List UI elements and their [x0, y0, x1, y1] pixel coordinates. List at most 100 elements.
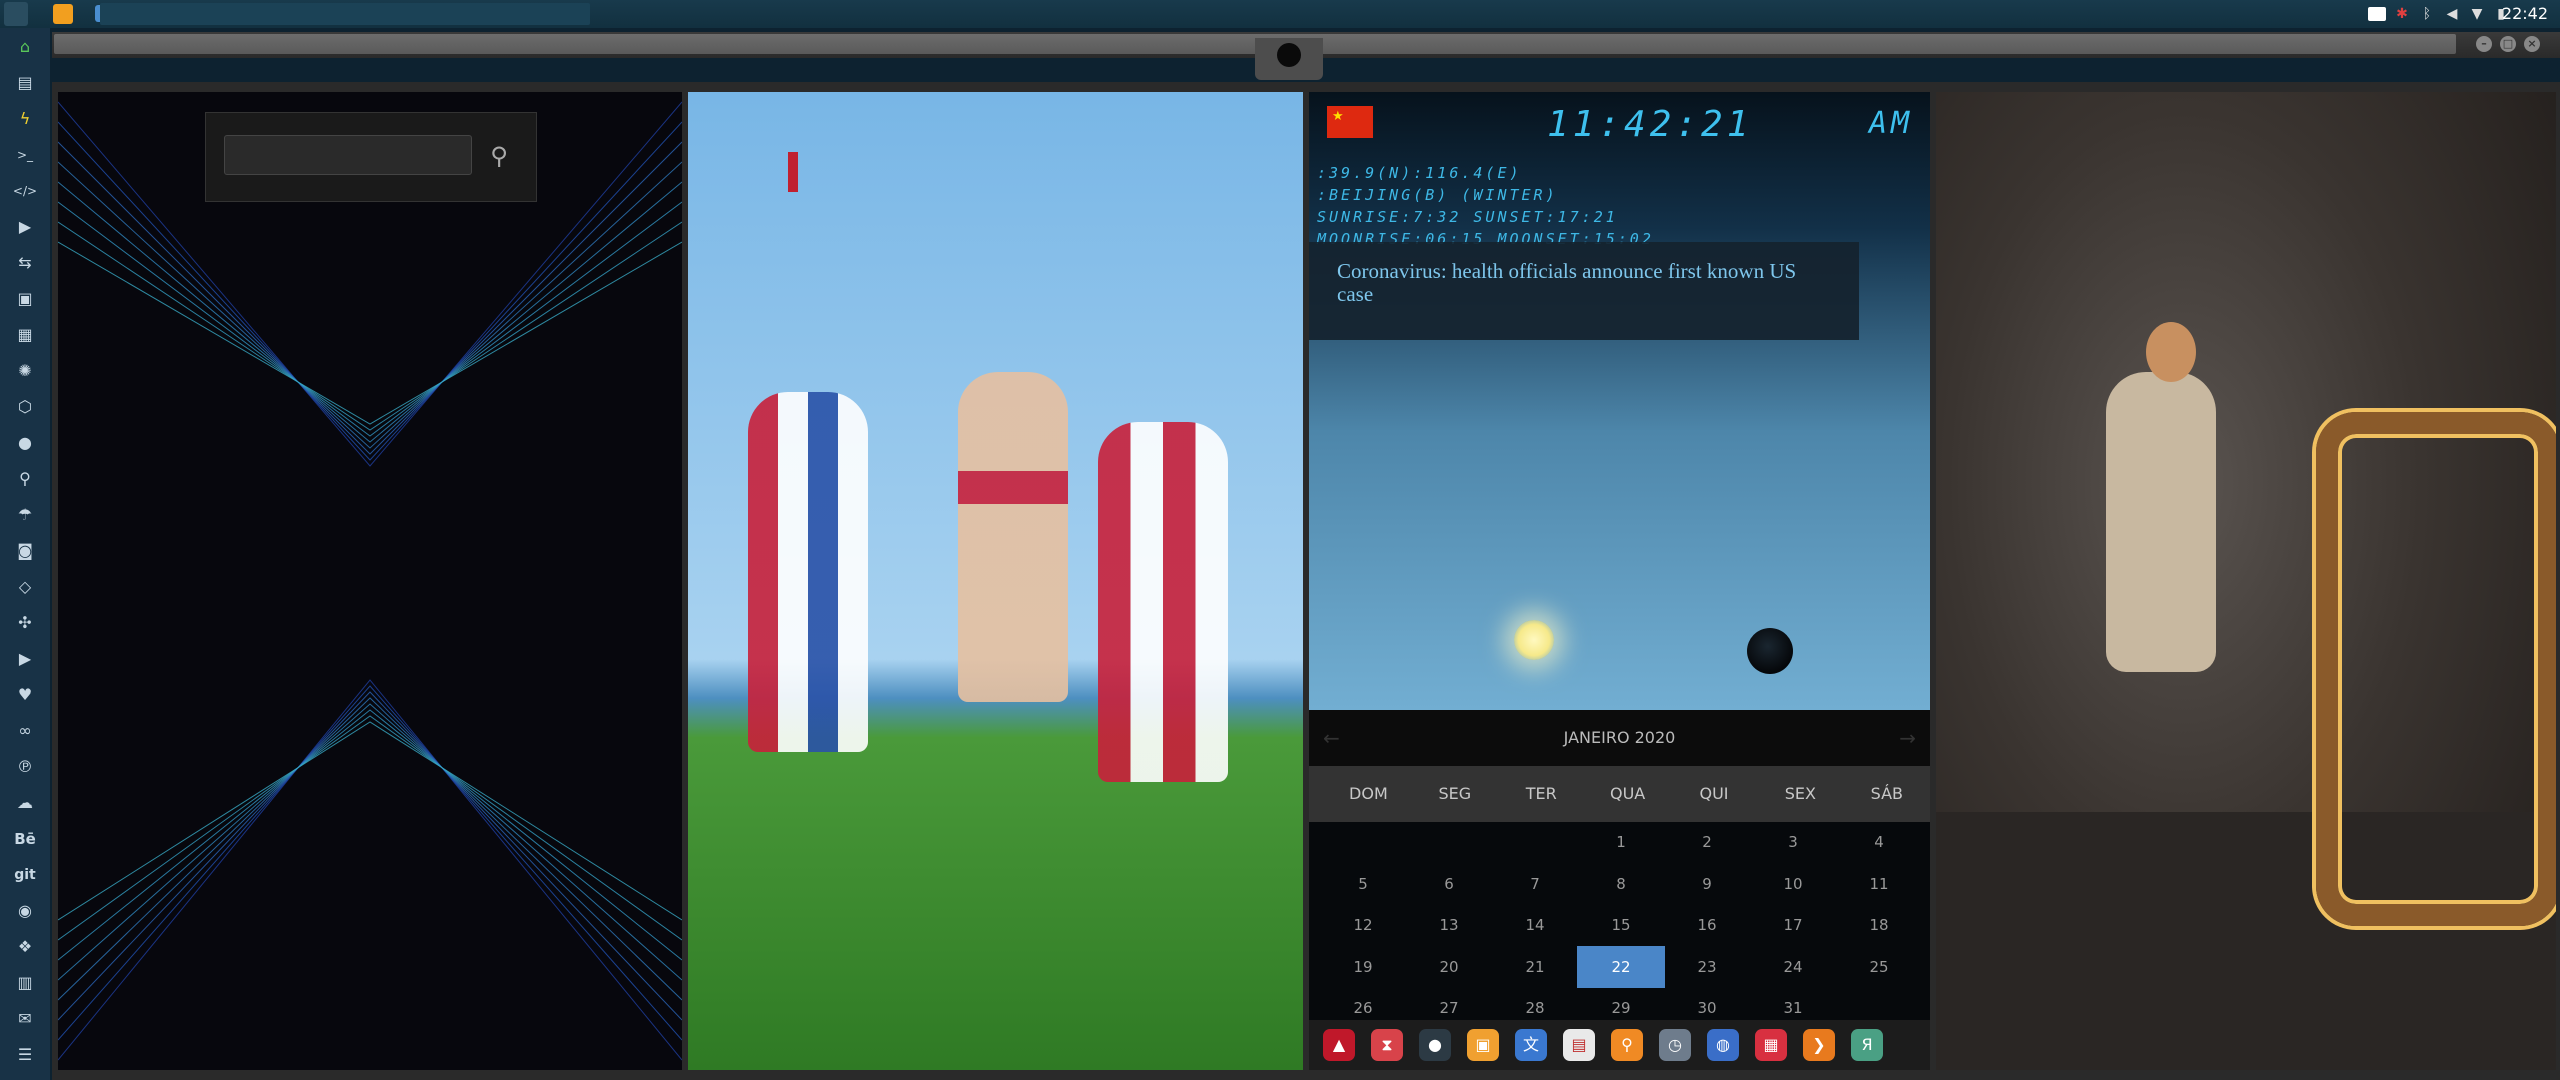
- calendar-header: ← JANEIRO 2020 →: [1309, 710, 1930, 766]
- clock[interactable]: 22:42: [2502, 4, 2548, 23]
- news-headline[interactable]: Coronavirus: health officials announce f…: [1337, 260, 1837, 306]
- calendar-day[interactable]: 18: [1835, 904, 1923, 946]
- calendar-day[interactable]: 21: [1491, 946, 1579, 988]
- dropbox-icon[interactable]: ❖: [12, 934, 38, 960]
- news-icon[interactable]: ▦: [12, 322, 38, 348]
- calendar-day[interactable]: 5: [1319, 863, 1407, 905]
- weekday-label: QUA: [1609, 784, 1646, 803]
- git-icon[interactable]: git: [12, 862, 38, 888]
- weather-time: 11:42:21: [1547, 104, 1753, 145]
- calendar-day[interactable]: 15: [1577, 904, 1665, 946]
- home-icon[interactable]: ⌂: [12, 34, 38, 60]
- menu-button[interactable]: [4, 2, 28, 26]
- calendar-day[interactable]: 24: [1749, 946, 1837, 988]
- calendar-day-selected[interactable]: 22: [1577, 945, 1665, 988]
- expand-icon[interactable]: ✣: [12, 610, 38, 636]
- youtube-icon[interactable]: ▶: [12, 646, 38, 672]
- list-icon[interactable]: ☰: [12, 1042, 38, 1068]
- calendar-day[interactable]: 11: [1835, 863, 1923, 905]
- clock-app-icon[interactable]: ◷: [1659, 1029, 1691, 1061]
- weather-ampm: AM: [1869, 106, 1914, 141]
- calendar-day[interactable]: 16: [1663, 904, 1751, 946]
- calendar-day[interactable]: 13: [1405, 904, 1493, 946]
- arrow-app-icon[interactable]: ❯: [1803, 1029, 1835, 1061]
- calendar-day[interactable]: 14: [1491, 904, 1579, 946]
- calendar-day[interactable]: 4: [1835, 821, 1923, 863]
- calendar-day[interactable]: 23: [1663, 946, 1751, 988]
- sun-icon: [1514, 620, 1554, 660]
- search-app-icon[interactable]: ⚲: [1611, 1029, 1643, 1061]
- rebel-emblem-icon[interactable]: [1255, 38, 1323, 80]
- taskbar-window-list[interactable]: [100, 3, 590, 25]
- calendar-grid: 1 2 3 4 5 6 7 8 9 10 11 12 13 14 15 16 17 18 19 20 21 22 23 24 2…: [1309, 822, 1930, 1020]
- search-panel: ⚲: [58, 92, 682, 1070]
- photo-stage: [1936, 92, 2556, 1070]
- sublime-taskbar-icon[interactable]: [53, 4, 73, 24]
- image-icon[interactable]: [2368, 7, 2386, 21]
- close-button[interactable]: ×: [2524, 36, 2540, 52]
- app-dock: ▲ ⧗ ● ▣ 文 ▤ ⚲ ◷ ◍ ▦ ❯ Я: [1309, 1020, 1930, 1070]
- calendar-day[interactable]: 7: [1491, 863, 1579, 905]
- translate-icon[interactable]: ⇆: [12, 250, 38, 276]
- search-icon[interactable]: ⚲: [482, 139, 516, 173]
- sun-times-text: SUNRISE:7:32 SUNSET:17:21: [1317, 208, 1618, 226]
- search-icon[interactable]: ⚲: [12, 466, 38, 492]
- maximize-button[interactable]: □: [2500, 36, 2516, 52]
- globe-icon[interactable]: ●: [12, 430, 38, 456]
- calendar-day[interactable]: 17: [1749, 904, 1837, 946]
- calendar-day[interactable]: 8: [1577, 863, 1665, 905]
- bolt-icon[interactable]: ϟ: [12, 106, 38, 132]
- translate-app-icon[interactable]: 文: [1515, 1029, 1547, 1061]
- triangle-app-icon[interactable]: ▲: [1323, 1029, 1355, 1061]
- image-icon[interactable]: ▣: [12, 286, 38, 312]
- system-taskbar: ✱ ᛒ ◀ ▼ ▮ 22:42: [0, 0, 2560, 28]
- minimize-button[interactable]: –: [2476, 36, 2492, 52]
- weather-sky: [1309, 92, 1930, 710]
- map-icon[interactable]: ▥: [12, 970, 38, 996]
- news-ticker[interactable]: Coronavirus: health officials announce f…: [1309, 242, 1859, 340]
- document-icon[interactable]: ▤: [12, 70, 38, 96]
- contact-icon[interactable]: ◙: [12, 538, 38, 564]
- coordinates-text: :39.9(N):116.4(E): [1317, 164, 1522, 182]
- notes-icon[interactable]: ▤: [1563, 1029, 1595, 1061]
- github-icon[interactable]: ◉: [12, 898, 38, 924]
- ball-icon[interactable]: ●: [1419, 1029, 1451, 1061]
- terminal-icon[interactable]: >_: [12, 142, 38, 168]
- calendar-next-button[interactable]: →: [1899, 726, 1916, 750]
- calendar-day[interactable]: 3: [1749, 821, 1837, 863]
- heart-icon[interactable]: ♥: [12, 682, 38, 708]
- cloud-icon[interactable]: ☁: [12, 790, 38, 816]
- search-input[interactable]: [224, 135, 472, 175]
- hourglass-icon[interactable]: ⧗: [1371, 1029, 1403, 1061]
- calendar-day[interactable]: 6: [1405, 863, 1493, 905]
- bluetooth-icon[interactable]: ᛒ: [2418, 5, 2436, 23]
- mail-icon[interactable]: ✉: [12, 1006, 38, 1032]
- wifi-icon[interactable]: ▼: [2468, 5, 2486, 23]
- calendar-title: JANEIRO 2020: [1563, 728, 1676, 747]
- calendar-day[interactable]: 2: [1663, 821, 1751, 863]
- person-figure: [1098, 422, 1228, 782]
- photo-beach: [688, 92, 1303, 1070]
- calendar-day[interactable]: 9: [1663, 863, 1751, 905]
- pinterest-icon[interactable]: ℗: [12, 754, 38, 780]
- yandex-icon[interactable]: Я: [1851, 1029, 1883, 1061]
- behance-icon[interactable]: Bē: [12, 826, 38, 852]
- hexagon-icon[interactable]: ⬡: [12, 394, 38, 420]
- calendar-day[interactable]: 25: [1835, 946, 1923, 988]
- calendar-app-icon[interactable]: ▦: [1755, 1029, 1787, 1061]
- tag-icon[interactable]: ◇: [12, 574, 38, 600]
- globe-app-icon[interactable]: ◍: [1707, 1029, 1739, 1061]
- calendar-day[interactable]: 19: [1319, 946, 1407, 988]
- cloud-link-icon[interactable]: ∞: [12, 718, 38, 744]
- calendar-day[interactable]: 20: [1405, 946, 1493, 988]
- umbrella-icon[interactable]: ☂: [12, 502, 38, 528]
- photos-icon[interactable]: ▣: [1467, 1029, 1499, 1061]
- play-icon[interactable]: ▶: [12, 214, 38, 240]
- volume-icon[interactable]: ◀: [2443, 5, 2461, 23]
- calendar-day[interactable]: 12: [1319, 904, 1407, 946]
- code-icon[interactable]: </>: [12, 178, 38, 204]
- calendar-day[interactable]: 1: [1577, 821, 1665, 863]
- alert-icon[interactable]: ✱: [2393, 5, 2411, 23]
- calendar-day[interactable]: 10: [1749, 863, 1837, 905]
- aperture-icon[interactable]: ✺: [12, 358, 38, 384]
